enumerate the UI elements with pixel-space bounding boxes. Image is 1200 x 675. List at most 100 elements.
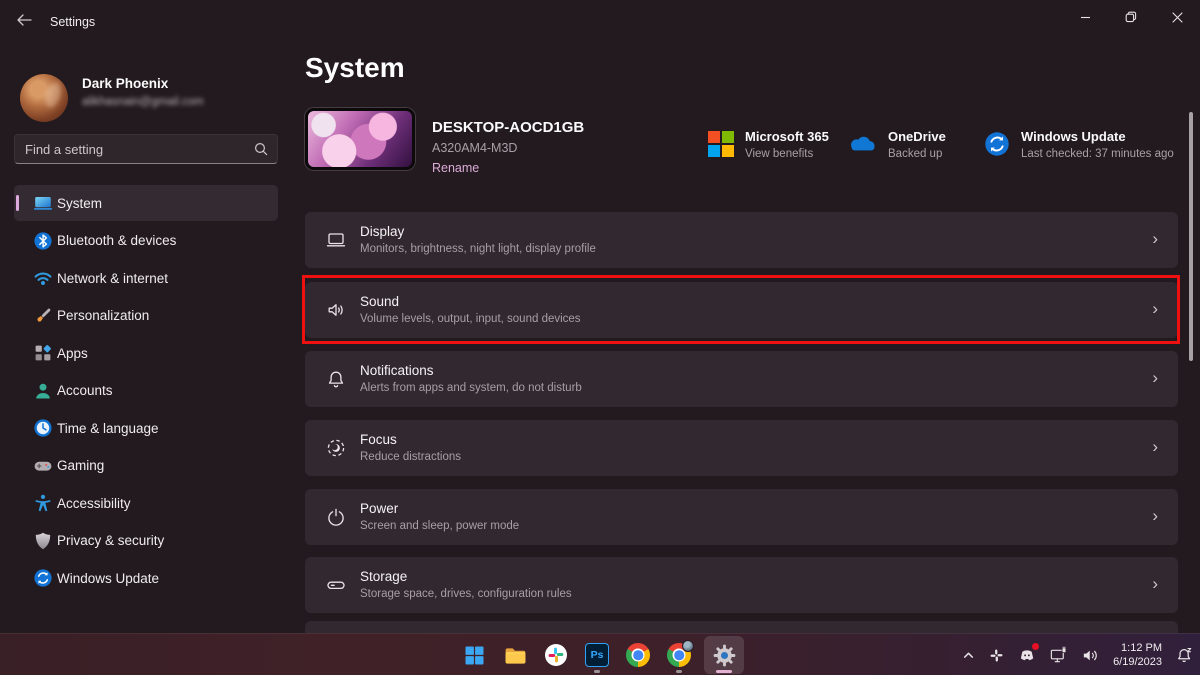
search-input[interactable]	[15, 142, 254, 157]
profile-badge	[682, 640, 694, 652]
sync-icon	[33, 568, 53, 588]
scrollbar-thumb[interactable]	[1189, 112, 1193, 361]
card-title: Windows Update	[1021, 129, 1174, 144]
sidebar-item-label: System	[57, 196, 102, 211]
slack-icon	[544, 643, 568, 667]
sidebar-item-windows-update[interactable]: Windows Update	[14, 560, 278, 596]
back-button[interactable]	[12, 10, 36, 30]
running-indicator	[676, 670, 682, 673]
sidebar-item-system[interactable]: System	[14, 185, 278, 221]
photoshop-button[interactable]: Ps	[581, 636, 613, 674]
power-icon	[325, 506, 347, 528]
chevron-right-icon: ›	[1152, 506, 1158, 526]
sidebar-item-label: Apps	[57, 346, 88, 361]
card-title: Microsoft 365	[745, 129, 829, 144]
windows-update-card[interactable]: Windows Update Last checked: 37 minutes …	[984, 129, 1174, 160]
settings-row-notifications[interactable]: Notifications Alerts from apps and syste…	[305, 351, 1178, 407]
card-subtitle: Backed up	[888, 148, 946, 160]
user-avatar[interactable]	[20, 74, 68, 122]
taskbar-clock[interactable]: 1:12 PM 6/19/2023	[1113, 641, 1162, 669]
sidebar-item-privacy-security[interactable]: Privacy & security	[14, 523, 278, 559]
sidebar-item-label: Accessibility	[57, 496, 131, 511]
storage-icon	[325, 574, 347, 596]
clock-time: 1:12 PM	[1113, 641, 1162, 655]
row-subtitle: Screen and sleep, power mode	[360, 520, 519, 532]
brush-icon	[33, 306, 53, 326]
chevron-right-icon: ›	[1152, 574, 1158, 594]
sidebar-item-accessibility[interactable]: Accessibility	[14, 485, 278, 521]
row-subtitle: Volume levels, output, input, sound devi…	[360, 313, 581, 325]
row-title: Sound	[360, 294, 399, 309]
card-title: OneDrive	[888, 129, 946, 144]
microsoft-365-card[interactable]: Microsoft 365 View benefits	[708, 129, 829, 160]
sidebar-item-label: Gaming	[57, 458, 104, 473]
sidebar-item-accounts[interactable]: Accounts	[14, 373, 278, 409]
sidebar-item-apps[interactable]: Apps	[14, 335, 278, 371]
shield-icon	[33, 531, 53, 551]
sidebar-item-label: Personalization	[57, 308, 149, 323]
settings-row-storage[interactable]: Storage Storage space, drives, configura…	[305, 557, 1178, 613]
hidden-icons-chevron[interactable]	[962, 649, 975, 662]
row-title: Storage	[360, 569, 407, 584]
sidebar-item-time-language[interactable]: Time & language	[14, 410, 278, 446]
row-title: Notifications	[360, 363, 434, 378]
device-model: A320AM4-M3D	[432, 141, 517, 155]
apps-grid-icon	[33, 343, 53, 363]
chrome-profile-button[interactable]	[663, 636, 695, 674]
back-arrow-icon	[16, 14, 32, 26]
onedrive-cloud-icon	[845, 133, 877, 160]
chrome-icon	[667, 643, 691, 667]
focus-assist-bell-icon[interactable]	[1175, 646, 1194, 665]
settings-row-sound[interactable]: Sound Volume levels, output, input, soun…	[305, 282, 1178, 338]
sidebar-item-label: Accounts	[57, 383, 113, 398]
display-icon	[325, 229, 347, 251]
sidebar-item-personalization[interactable]: Personalization	[14, 298, 278, 334]
rename-link[interactable]: Rename	[432, 161, 479, 175]
minimize-icon	[1080, 12, 1091, 23]
notification-badge	[1032, 643, 1039, 650]
chrome-button[interactable]	[622, 636, 654, 674]
microsoft-logo	[708, 131, 734, 157]
restore-button[interactable]	[1108, 0, 1154, 34]
start-button[interactable]	[458, 636, 490, 674]
profile-name[interactable]: Dark Phoenix	[82, 76, 168, 91]
settings-row-display[interactable]: Display Monitors, brightness, night ligh…	[305, 212, 1178, 268]
chevron-right-icon: ›	[1152, 368, 1158, 388]
sidebar-item-label: Network & internet	[57, 271, 168, 286]
sidebar-item-network-internet[interactable]: Network & internet	[14, 260, 278, 296]
row-subtitle: Monitors, brightness, night light, displ…	[360, 243, 596, 255]
settings-gear-icon	[712, 643, 737, 668]
taskbar: Ps	[0, 633, 1200, 675]
sidebar-item-bluetooth-devices[interactable]: Bluetooth & devices	[14, 223, 278, 259]
row-title: Focus	[360, 432, 397, 447]
settings-row-focus[interactable]: Focus Reduce distractions ›	[305, 420, 1178, 476]
settings-app-button[interactable]	[704, 636, 744, 674]
profile-email: alikhasnain@gmail.com	[82, 96, 204, 108]
speaker-icon	[325, 299, 347, 321]
discord-tray-icon[interactable]	[1018, 646, 1036, 664]
volume-tray-icon[interactable]	[1081, 646, 1100, 665]
windows-logo-icon	[463, 644, 486, 667]
settings-row-power[interactable]: Power Screen and sleep, power mode ›	[305, 489, 1178, 545]
file-explorer-button[interactable]	[499, 636, 531, 674]
row-subtitle: Reduce distractions	[360, 451, 461, 463]
close-button[interactable]	[1154, 0, 1200, 34]
sidebar-item-label: Bluetooth & devices	[57, 233, 176, 248]
bell-icon	[325, 368, 347, 390]
chevron-right-icon: ›	[1152, 229, 1158, 249]
search-icon	[254, 142, 268, 156]
windows-update-icon	[984, 131, 1010, 160]
selection-pill	[16, 195, 19, 211]
sidebar-item-gaming[interactable]: Gaming	[14, 448, 278, 484]
focus-icon	[325, 437, 347, 459]
restore-icon	[1125, 11, 1137, 23]
slack-button[interactable]	[540, 636, 572, 674]
chevron-right-icon: ›	[1152, 437, 1158, 457]
onedrive-card[interactable]: OneDrive Backed up	[845, 129, 946, 160]
minimize-button[interactable]	[1062, 0, 1108, 34]
device-wallpaper-thumbnail	[305, 108, 415, 170]
settings-row-partial[interactable]	[305, 621, 1178, 633]
search-box[interactable]	[14, 134, 278, 164]
slack-tray-icon[interactable]	[988, 647, 1005, 664]
network-tray-icon[interactable]	[1049, 646, 1068, 665]
